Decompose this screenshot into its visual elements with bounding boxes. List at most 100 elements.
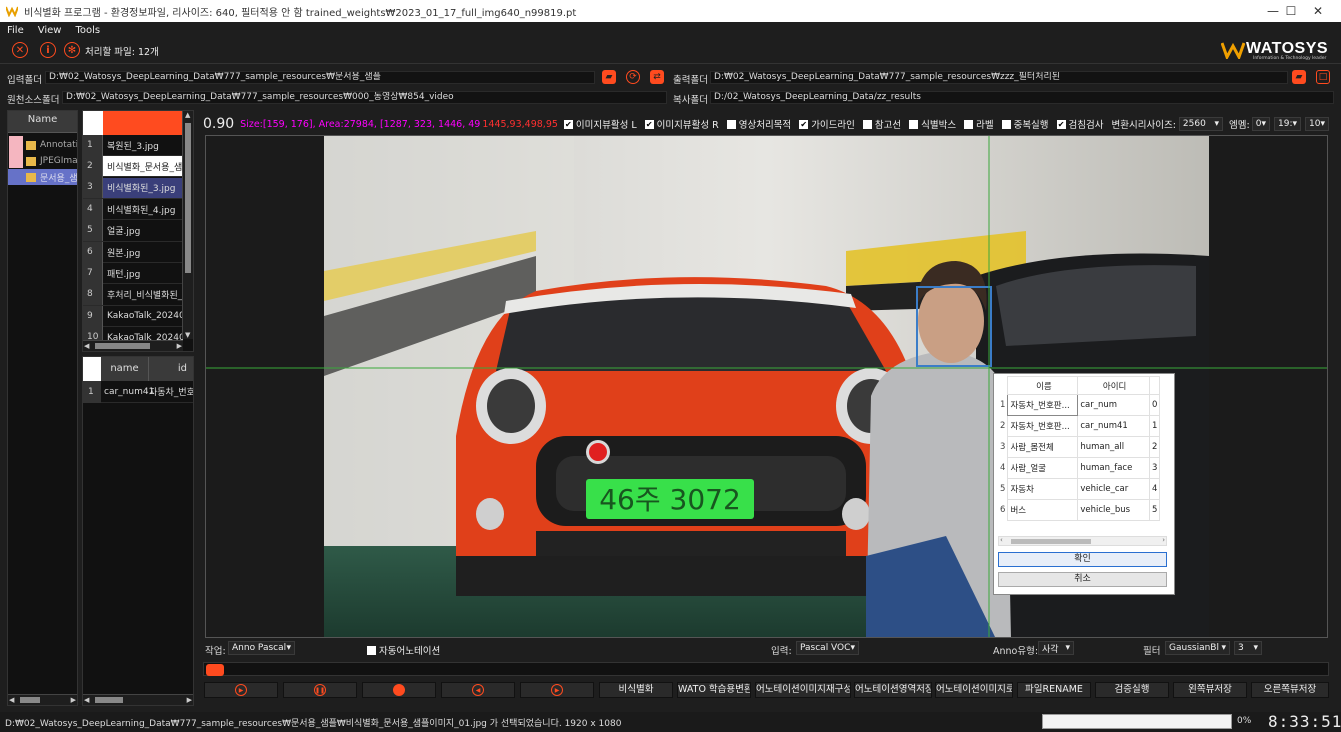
tree-item-selected[interactable]: 문서용_샘 xyxy=(8,169,77,185)
guideline-checkbox[interactable]: ✔ 가이드라인 xyxy=(799,117,855,131)
list-item[interactable]: 1 복원된_3.jpg xyxy=(83,134,183,156)
folder-icon xyxy=(26,140,36,150)
stop-button[interactable] xyxy=(362,682,436,698)
check-checkbox[interactable]: ✔ 검침검사 xyxy=(1056,117,1104,131)
output-folder-open-icon[interactable]: ▰ xyxy=(1292,70,1306,84)
pause-button[interactable]: ❚❚ xyxy=(283,682,357,698)
table-row[interactable]: 1 car_num41 자동차_번호 xyxy=(83,380,193,403)
video-proc-checkbox[interactable]: 영상처리목적 xyxy=(726,117,791,131)
table-row[interactable]: 1 자동차_번호판... car_num 0 xyxy=(998,394,1160,416)
table-row[interactable]: 3 사람_몸전체 human_all 2 xyxy=(998,436,1160,458)
label-checkbox[interactable]: 라벨 xyxy=(964,117,994,131)
file-rename-button[interactable]: 파일RENAME xyxy=(1017,682,1091,698)
table-row[interactable]: 4 사람_얼굴 human_face 3 xyxy=(998,457,1160,479)
class-table-hscrollbar[interactable]: ‹ › xyxy=(998,536,1167,546)
class-table[interactable]: 이름 아이디 1 자동차_번호판... car_num 0 2 자동차_번호판... car… xyxy=(998,376,1160,521)
toolbar: ✕ i ✻ 처리할 파일: 12개 WATOSYS Information & … xyxy=(0,38,1341,64)
gear-icon[interactable]: ✻ xyxy=(64,42,80,58)
file-hscrollbar[interactable]: ◀ ▶ xyxy=(83,340,183,351)
scroll-left-icon[interactable]: ‹ xyxy=(1000,536,1003,544)
dup-run-checkbox[interactable]: 중복실행 xyxy=(1001,117,1049,131)
list-item[interactable]: 5 얼굴.jpg xyxy=(83,220,183,242)
class-select-dialog[interactable]: 이름 아이디 1 자동차_번호판... car_num 0 2 자동차_번호판... car… xyxy=(993,373,1175,595)
annot-image-button[interactable]: 어노테이션이미지로 xyxy=(935,682,1013,698)
table-row[interactable]: 5 자동차 vehicle_car 4 xyxy=(998,478,1160,500)
folder-open-icon[interactable]: ▰ xyxy=(602,70,616,84)
list-item[interactable]: 3 비식별화된_3.jpg xyxy=(83,177,183,199)
annot-col-name[interactable]: name xyxy=(101,357,149,381)
class-col-id[interactable]: 아이디 xyxy=(1077,376,1150,395)
wato-convert-button[interactable]: WATO 학습용변환 xyxy=(677,682,751,698)
annot-reconstruct-button[interactable]: 어노테이션이미지재구성 xyxy=(755,682,851,698)
timeline-handle[interactable] xyxy=(206,664,224,676)
file-list[interactable]: 1 복원된_3.jpg 2 비식별화_문서용_샘 3 비식별화된_3.jpg 4 비식별화된_… xyxy=(82,110,194,352)
chevron-down-icon: ▾ xyxy=(286,643,291,653)
menu-file[interactable]: File xyxy=(0,25,31,36)
folder-tree[interactable]: Name Annotatio JPEGImag 문서용_샘 ◀ ▶ xyxy=(7,110,78,706)
right-view-save-button[interactable]: 오른쪽뷰저장 xyxy=(1251,682,1329,698)
info-icon[interactable]: i xyxy=(40,42,56,58)
table-row[interactable]: 2 자동차_번호판... car_num41 1 xyxy=(998,415,1160,437)
list-item[interactable]: 9KakaoTalk_2024042 xyxy=(83,305,183,328)
close-window-button[interactable]: ✕ xyxy=(1295,0,1341,22)
anno-type-select[interactable]: 사각 ▾ xyxy=(1038,641,1074,655)
chevron-down-icon: ▾ xyxy=(1261,119,1266,129)
output-clear-icon[interactable]: □ xyxy=(1316,70,1330,84)
swap-icon[interactable]: ⇄ xyxy=(650,70,664,84)
output-folder-field[interactable]: D:₩02_Watosys_DeepLearning_Data₩777_samp… xyxy=(710,71,1288,84)
margin-select[interactable]: 0 ▾ xyxy=(1251,117,1270,131)
annot-region-save-button[interactable]: 어노테이션영역저장 xyxy=(854,682,932,698)
imgview-r-checkbox[interactable]: ✔ 이미지뷰활성 R xyxy=(644,117,719,131)
copy-folder-field[interactable]: D:/02_Watosys_DeepLearning_Data/zz_resul… xyxy=(710,91,1334,104)
window-title: 비식별화 프로그램 - 환경정보파일, 리사이즈: 640, 필터적용 안 함 … xyxy=(24,7,577,19)
scroll-right-icon[interactable]: › xyxy=(1162,536,1165,544)
auto-annotation-checkbox[interactable]: 자동어노테이션 xyxy=(367,643,440,657)
work-label: 작업: xyxy=(205,646,226,657)
input-format-select[interactable]: Pascal VOC ▾ xyxy=(796,641,859,655)
filter-select[interactable]: GaussianBl ▾ xyxy=(1165,641,1230,655)
scroll-right-icon[interactable]: ▶ xyxy=(71,696,76,704)
imgview-l-checkbox[interactable]: ✔ 이미지뷰활성 L xyxy=(563,117,637,131)
annot-col-id[interactable]: id xyxy=(149,357,193,381)
list-item[interactable]: 8 후처리_비식별화된_ xyxy=(83,284,183,306)
list-item[interactable]: 7 패턴.jpg xyxy=(83,262,183,285)
input-folder-field[interactable]: D:₩02_Watosys_DeepLearning_Data₩777_samp… xyxy=(45,71,595,84)
ok-button[interactable]: 확인 xyxy=(998,552,1167,567)
filter-size-select[interactable]: 3 ▾ xyxy=(1234,641,1262,655)
close-icon[interactable]: ✕ xyxy=(12,42,28,58)
tree-header[interactable]: Name xyxy=(8,111,77,133)
file-list-header[interactable] xyxy=(103,111,183,135)
verify-button[interactable]: 검증실행 xyxy=(1095,682,1169,698)
list-item[interactable]: 4 비식별화된_4.jpg xyxy=(83,198,183,221)
table-row[interactable]: 6 버스 vehicle_bus 5 xyxy=(998,499,1160,521)
annotation-list[interactable]: name id 1 car_num41 자동차_번호 ◀ ▶ xyxy=(82,356,194,706)
list-item[interactable]: 2 비식별화_문서용_샘 xyxy=(83,155,183,178)
scroll-up-icon[interactable]: ▲ xyxy=(185,111,190,119)
file-vscrollbar[interactable]: ▲ ▼ xyxy=(182,111,193,339)
menu-view[interactable]: View xyxy=(31,25,69,36)
input-format-label: 입력: xyxy=(771,646,792,657)
left-view-save-button[interactable]: 왼쪽뷰저장 xyxy=(1173,682,1247,698)
play-button[interactable]: ▶ xyxy=(204,682,278,698)
list-item[interactable]: 6 원본.jpg xyxy=(83,241,183,263)
cancel-button[interactable]: 취소 xyxy=(998,572,1167,587)
timeline-slider[interactable] xyxy=(203,662,1329,676)
prev-frame-button[interactable]: ◀ xyxy=(441,682,515,698)
menu-tools[interactable]: Tools xyxy=(68,25,107,36)
next-frame-button[interactable]: ▶ xyxy=(520,682,594,698)
class-col-name[interactable]: 이름 xyxy=(1007,376,1079,395)
reference-checkbox[interactable]: 참고선 xyxy=(862,117,901,131)
idbox-checkbox[interactable]: 식별박스 xyxy=(909,117,956,131)
folder-icon xyxy=(26,156,36,166)
option-a-select[interactable]: 19: ▾ xyxy=(1274,117,1302,131)
source-folder-field[interactable]: D:₩02_Watosys_DeepLearning_Data₩777_samp… xyxy=(62,91,667,104)
annot-hscrollbar[interactable]: ◀ ▶ xyxy=(83,694,193,705)
option-b-select[interactable]: 10 ▾ xyxy=(1305,117,1329,131)
scroll-down-icon[interactable]: ▼ xyxy=(185,331,190,339)
conv-size-select[interactable]: 2560 ▾ xyxy=(1178,117,1224,131)
scroll-left-icon[interactable]: ◀ xyxy=(9,696,14,704)
deidentify-button[interactable]: 비식별화 xyxy=(599,682,673,698)
refresh-icon[interactable]: ⟳ xyxy=(626,70,640,84)
tree-hscrollbar[interactable]: ◀ ▶ xyxy=(8,694,77,705)
work-select[interactable]: Anno Pascal ▾ xyxy=(228,641,295,655)
